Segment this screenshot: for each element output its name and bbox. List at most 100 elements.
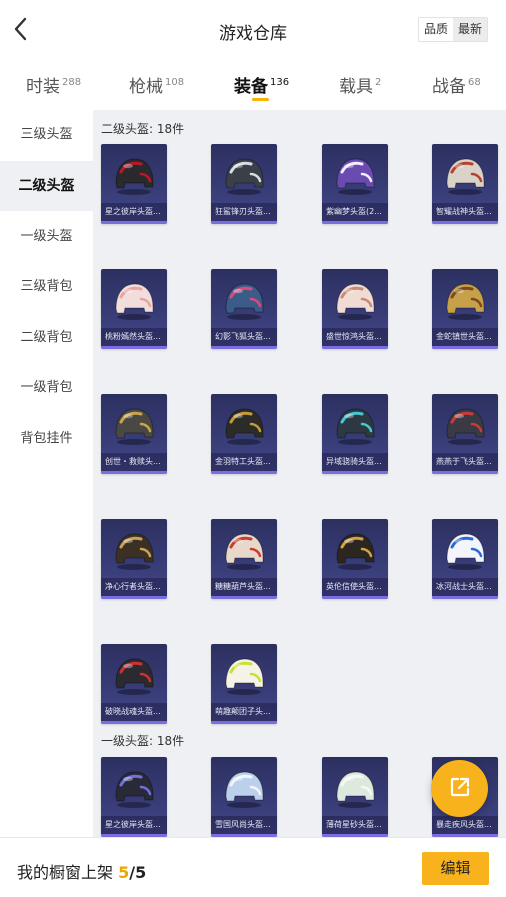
tab-label: 枪械 [129,77,163,97]
tab-count: 108 [165,77,185,88]
helmet-name: 英伦信使头盔... [322,578,388,596]
helmet-name: 薄荷星砂头盔... [322,816,388,834]
helmet-icon [111,529,157,573]
sidebar-item-level3-backpack[interactable]: 三级背包 [0,262,93,312]
tab-label: 时装 [26,77,60,97]
helmet-icon [221,529,267,573]
helmet-card[interactable]: 星之彼岸头盔... [101,144,167,224]
helmet-card[interactable]: 英伦信使头盔... [322,519,388,599]
helmet-icon [442,154,488,198]
tab-supplies[interactable]: 战备 68 [432,72,481,97]
sidebar-item-level3-helmet[interactable]: 三级头盔 [0,110,93,160]
section-title: 一级头盔: 18件 [101,734,185,748]
helmet-icon [332,767,378,811]
sort-newest-button[interactable]: 最新 [452,18,487,41]
tab-equipment[interactable]: 装备 136 [234,72,289,97]
tab-vehicles[interactable]: 载具 2 [339,72,381,97]
shelf-label: 我的橱窗上架 [17,863,114,882]
share-button[interactable] [431,760,488,817]
helmet-name: 紫幽梦头盔(2... [322,203,388,221]
helmet-card[interactable]: 金羽特工头盔... [211,394,277,474]
helmet-name: 金蛇镇世头盔... [432,328,498,346]
tab-count: 136 [270,77,290,88]
helmet-icon [111,279,157,323]
helmet-icon [332,279,378,323]
bottom-bar: 我的橱窗上架 5/5 编辑 [0,837,506,897]
helmet-name: 智耀战神头盔... [432,203,498,221]
helmet-icon [221,654,267,698]
helmet-card[interactable]: 盛世惊鸿头盔... [322,269,388,349]
app-header: 游戏仓库 品质 最新 [0,0,506,60]
helmet-card[interactable]: 智耀战神头盔... [432,144,498,224]
helmet-icon [111,154,157,198]
helmet-icon [221,279,267,323]
shelf-count: 5 [118,863,130,882]
helmet-icon [221,404,267,448]
helmet-card[interactable]: 金蛇镇世头盔... [432,269,498,349]
category-tabs: 时装 288 枪械 108 装备 136 载具 2 战备 68 [0,60,506,110]
helmet-icon [111,767,157,811]
helmet-name: 创世・救赎头... [101,453,167,471]
helmet-card[interactable]: 狂鲨锋刃头盔... [211,144,277,224]
helmet-icon [111,654,157,698]
sort-quality-button[interactable]: 品质 [419,18,453,41]
tab-label: 载具 [339,77,373,97]
sidebar-item-level1-helmet[interactable]: 一级头盔 [0,212,93,262]
tab-guns[interactable]: 枪械 108 [129,72,184,97]
item-grid: 二级头盔: 18件 一级头盔: 18件 星之彼岸头盔... 狂鲨锋刃头盔... 紫幽… [93,110,506,837]
helmet-icon [332,529,378,573]
helmet-card[interactable]: 桃粉嫣然头盔... [101,269,167,349]
sidebar-item-level2-helmet[interactable]: 二级头盔 [0,161,93,211]
helmet-name: 破晓战魂头盔... [101,703,167,721]
helmet-card[interactable]: 净心行者头盔... [101,519,167,599]
helmet-card[interactable]: 糖糖葫芦头盔... [211,519,277,599]
tab-count: 288 [62,77,82,88]
helmet-name: 萌趣颠团子头... [211,703,277,721]
helmet-icon [221,154,267,198]
shelf-total: 5 [135,863,147,882]
helmet-card[interactable]: 燕燕于飞头盔... [432,394,498,474]
active-tab-indicator [252,98,269,101]
helmet-icon [442,529,488,573]
helmet-card[interactable]: 创世・救赎头... [101,394,167,474]
helmet-name: 星之彼岸头盔... [101,816,167,834]
helmet-icon [221,767,267,811]
tab-label: 战备 [432,77,466,97]
tab-count: 68 [468,77,481,88]
helmet-card[interactable]: 雪国风尚头盔... [211,757,277,837]
tab-fashion[interactable]: 时装 288 [26,72,81,97]
sort-toggle: 品质 最新 [417,17,488,42]
helmet-name: 糖糖葫芦头盔... [211,578,277,596]
helmet-icon [332,404,378,448]
share-external-icon [448,775,472,803]
helmet-card[interactable]: 紫幽梦头盔(2... [322,144,388,224]
helmet-icon [442,279,488,323]
helmet-name: 幻影飞狐头盔... [211,328,277,346]
helmet-card[interactable]: 异域骁骑头盔... [322,394,388,474]
helmet-card[interactable]: 破晓战魂头盔... [101,644,167,724]
helmet-name: 金羽特工头盔... [211,453,277,471]
helmet-icon [111,404,157,448]
helmet-name: 桃粉嫣然头盔... [101,328,167,346]
helmet-name: 燕燕于飞头盔... [432,453,498,471]
helmet-card[interactable]: 冰河战士头盔... [432,519,498,599]
helmet-icon [442,404,488,448]
helmet-name: 星之彼岸头盔... [101,203,167,221]
helmet-card[interactable]: 星之彼岸头盔... [101,757,167,837]
helmet-name: 暴走疾风头盔... [432,816,498,834]
tab-label: 装备 [234,77,268,97]
helmet-card[interactable]: 幻影飞狐头盔... [211,269,277,349]
helmet-name: 冰河战士头盔... [432,578,498,596]
helmet-name: 狂鲨锋刃头盔... [211,203,277,221]
section-title: 二级头盔: 18件 [101,122,185,136]
helmet-icon [332,154,378,198]
helmet-name: 净心行者头盔... [101,578,167,596]
sidebar-item-level1-backpack[interactable]: 一级背包 [0,363,93,413]
sidebar-item-level2-backpack[interactable]: 二级背包 [0,313,93,363]
sidebar: 三级头盔 二级头盔 一级头盔 三级背包 二级背包 一级背包 背包挂件 [0,110,93,837]
helmet-card[interactable]: 薄荷星砂头盔... [322,757,388,837]
helmet-name: 雪国风尚头盔... [211,816,277,834]
helmet-card[interactable]: 萌趣颠团子头... [211,644,277,724]
sidebar-item-backpack-charm[interactable]: 背包挂件 [0,414,93,464]
edit-button[interactable]: 编辑 [422,852,489,885]
